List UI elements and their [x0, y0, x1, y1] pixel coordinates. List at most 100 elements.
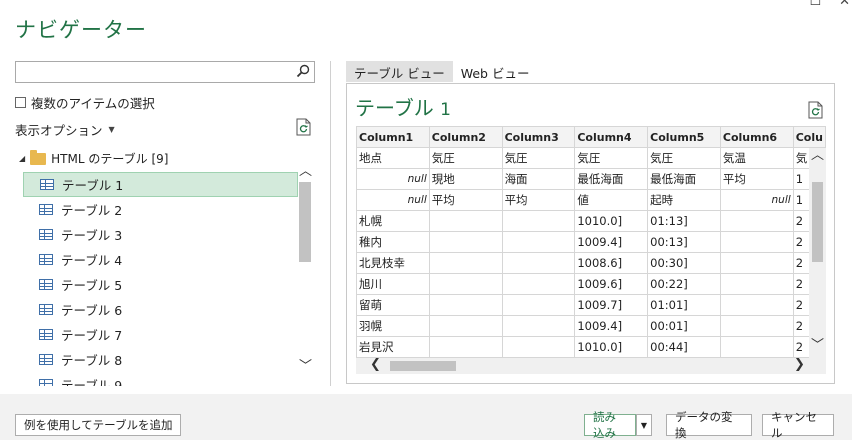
- table-cell: 羽幌: [356, 315, 430, 337]
- scrollbar-thumb[interactable]: [299, 182, 311, 262]
- table-cell: 平均: [501, 189, 576, 211]
- table-cell: 1009.7]: [574, 294, 649, 316]
- table-row: 稚内 1009.4] 00:13] 2: [356, 231, 826, 253]
- tree-item-label: テーブル 7: [61, 328, 123, 343]
- tree-item-table[interactable]: テーブル 7: [23, 322, 298, 347]
- collapse-triangle-icon[interactable]: ◢: [19, 154, 25, 163]
- multi-select-checkbox[interactable]: [15, 97, 26, 108]
- table-cell: null: [719, 189, 794, 211]
- tree-item-table[interactable]: テーブル 5: [23, 272, 298, 297]
- table-icon: [39, 279, 53, 290]
- tree-folder-html-tables[interactable]: ◢ HTML のテーブル [9]: [19, 149, 168, 167]
- folder-icon: [30, 149, 47, 165]
- table-cell: [719, 273, 794, 295]
- table-cell: [719, 315, 794, 337]
- scroll-up-icon[interactable]: ︿: [811, 144, 824, 163]
- transform-data-button[interactable]: データの変換: [666, 410, 752, 440]
- table-cell: 01:13]: [647, 210, 721, 232]
- search-input[interactable]: [16, 62, 286, 82]
- scroll-left-icon[interactable]: ❮: [370, 357, 381, 372]
- maximize-icon[interactable]: ☐: [809, 0, 821, 9]
- table-cell: [501, 273, 576, 295]
- table-cell: 00:01]: [647, 315, 721, 337]
- table-cell: 最低海面: [574, 168, 649, 190]
- add-table-using-examples-button[interactable]: 例を使用してテーブルを追加: [15, 414, 182, 436]
- dialog-footer: 例を使用してテーブルを追加 読み込み ▼ データの変換 キャンセル: [0, 394, 852, 440]
- cancel-button[interactable]: キャンセル: [762, 410, 834, 440]
- tree-item-label: テーブル 5: [61, 278, 123, 293]
- tree-item-table[interactable]: テーブル 4: [23, 247, 298, 272]
- table-row: 羽幌 1009.4] 00:01] 2: [356, 315, 826, 337]
- table-cell: [428, 315, 503, 337]
- table-icon: [39, 329, 53, 340]
- grid-horizontal-scrollbar[interactable]: ❮ ❯: [356, 357, 826, 374]
- table-cell: [501, 210, 576, 232]
- tree-item-label: テーブル 6: [61, 303, 123, 318]
- tab-web-view[interactable]: Web ビュー: [453, 61, 538, 82]
- table-cell: [501, 336, 576, 358]
- grid-vertical-scrollbar[interactable]: ︿ ﹀: [809, 148, 826, 358]
- table-cell: 気圧: [647, 147, 721, 169]
- table-row: null 平均 平均値起時 null 1: [356, 189, 826, 211]
- table-cell: 1009.4]: [574, 315, 649, 337]
- table-cell: [428, 336, 503, 358]
- scroll-down-icon[interactable]: ﹀: [299, 355, 312, 374]
- table-cell: 1009.4]: [574, 231, 649, 253]
- tree-item-table[interactable]: テーブル 1: [23, 172, 298, 197]
- refresh-icon[interactable]: [296, 118, 312, 136]
- scroll-down-icon[interactable]: ﹀: [811, 334, 824, 353]
- table-row: 旭川 1009.6] 00:22] 2: [356, 273, 826, 295]
- scrollbar-thumb[interactable]: [390, 361, 456, 371]
- scroll-up-icon[interactable]: ︿: [299, 160, 312, 179]
- table-cell: [719, 210, 794, 232]
- table-cell: null: [356, 189, 430, 211]
- column-header[interactable]: Column4: [574, 126, 649, 148]
- search-icon[interactable]: [296, 64, 310, 78]
- table-cell: [428, 252, 503, 274]
- multi-select-label: 複数のアイテムの選択: [31, 96, 155, 111]
- scroll-right-icon[interactable]: ❯: [794, 357, 805, 372]
- tree-item-table[interactable]: テーブル 8: [23, 347, 298, 372]
- table-cell: 気圧: [501, 147, 576, 169]
- table-cell: 旭川: [356, 273, 430, 295]
- tree-item-table[interactable]: テーブル 3: [23, 222, 298, 247]
- tree-vertical-scrollbar[interactable]: ︿ ﹀: [297, 150, 313, 380]
- display-options-label: 表示オプション: [15, 123, 103, 138]
- load-button[interactable]: 読み込み: [584, 410, 636, 440]
- column-header[interactable]: Column6: [719, 126, 794, 148]
- multi-select-option[interactable]: 複数のアイテムの選択: [15, 93, 155, 112]
- table-icon: [40, 179, 54, 190]
- load-dropdown-button[interactable]: ▼: [636, 414, 652, 436]
- table-icon: [39, 229, 53, 240]
- column-header[interactable]: Column1: [356, 126, 430, 148]
- close-icon[interactable]: ✕: [839, 0, 850, 9]
- table-cell: [719, 294, 794, 316]
- table-cell: 留萌: [356, 294, 430, 316]
- refresh-icon[interactable]: [808, 101, 824, 119]
- table-cell: 1008.6]: [574, 252, 649, 274]
- table-cell: 現地: [428, 168, 503, 190]
- table-row: 北見枝幸 1008.6] 00:30] 2: [356, 252, 826, 274]
- tree-item-table[interactable]: テーブル 6: [23, 297, 298, 322]
- dialog-title: ナビゲーター: [15, 18, 147, 42]
- column-header[interactable]: Column3: [501, 126, 576, 148]
- table-cell: 1009.6]: [574, 273, 649, 295]
- scrollbar-thumb[interactable]: [812, 182, 823, 262]
- search-box[interactable]: [15, 61, 315, 83]
- table-cell: [719, 336, 794, 358]
- table-icon: [39, 304, 53, 315]
- tree-item-table[interactable]: テーブル 9: [23, 372, 298, 386]
- column-header[interactable]: Column5: [647, 126, 721, 148]
- table-cell: [719, 231, 794, 253]
- table-cell: 00:30]: [647, 252, 721, 274]
- tree-item-label: テーブル 3: [61, 228, 123, 243]
- table-cell: [501, 231, 576, 253]
- table-cell: 00:44]: [647, 336, 721, 358]
- display-options-dropdown[interactable]: 表示オプション ▼: [15, 120, 115, 139]
- column-header[interactable]: Column2: [428, 126, 503, 148]
- tree-item-table[interactable]: テーブル 2: [23, 197, 298, 222]
- table-row: 地点 気圧 気圧 気圧 気圧 気温気: [356, 147, 826, 169]
- table-cell: 01:01]: [647, 294, 721, 316]
- table-icon: [39, 254, 53, 265]
- tab-table-view[interactable]: テーブル ビュー: [346, 61, 453, 82]
